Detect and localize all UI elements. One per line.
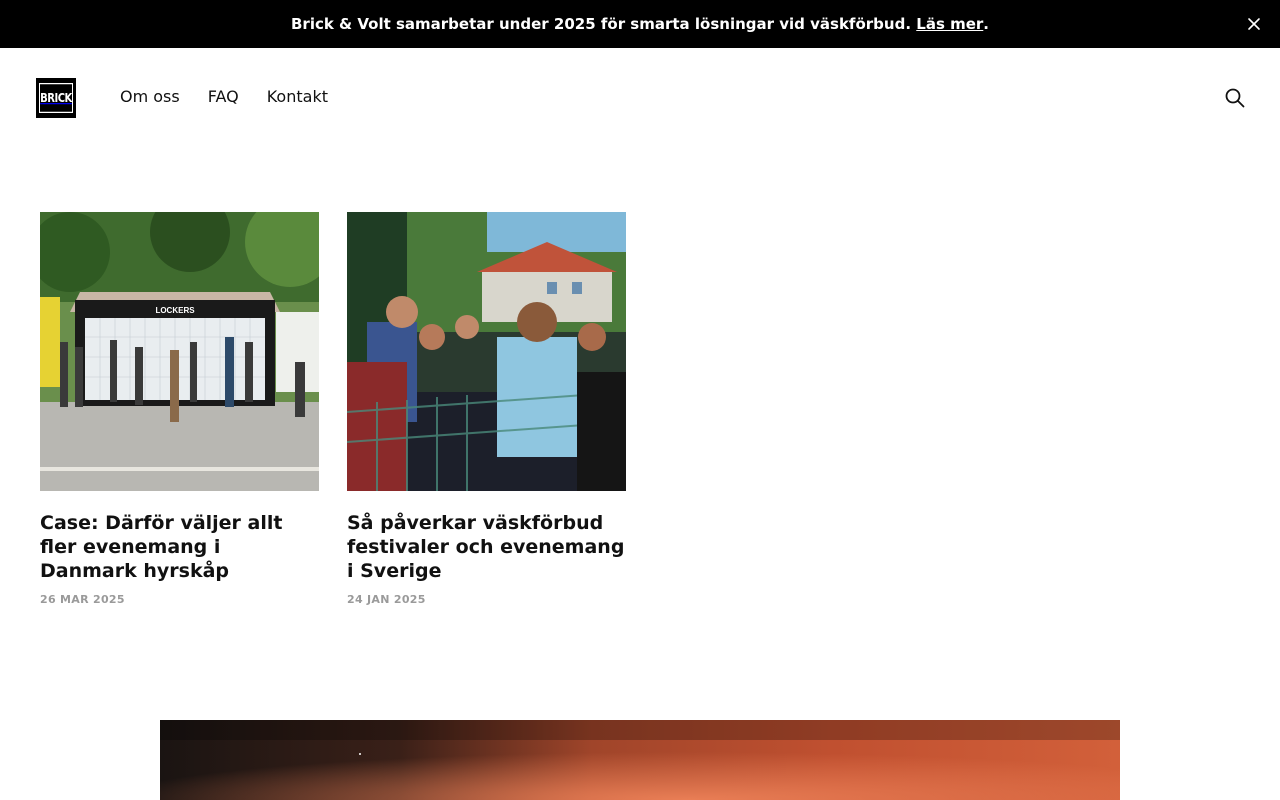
logo-text: BRICK [39, 83, 73, 113]
close-icon[interactable] [1246, 16, 1262, 32]
announcement-read-more-link[interactable]: Läs mer [916, 15, 983, 33]
search-icon[interactable] [1224, 87, 1246, 109]
nav-item-kontakt[interactable]: Kontakt [267, 86, 328, 108]
nav-item-om-oss[interactable]: Om oss [120, 86, 180, 108]
article-date: 26 MAR 2025 [40, 593, 125, 606]
hero-image [160, 720, 1120, 800]
site-header: BRICK Om oss FAQ Kontakt [0, 48, 1280, 146]
announcement-bar: Brick & Volt samarbetar under 2025 för s… [0, 0, 1280, 48]
article-title[interactable]: Case: Därför väljer allt fler evenemang … [40, 511, 319, 583]
main-nav: Om oss FAQ Kontakt [120, 86, 328, 108]
announcement-text: Brick & Volt samarbetar under 2025 för s… [290, 15, 912, 33]
article-image-festival-crowd[interactable] [347, 212, 626, 491]
article-date: 24 JAN 2025 [347, 593, 426, 606]
article-image-lockers[interactable]: LOCKERS [40, 212, 319, 491]
brick-logo[interactable]: BRICK [36, 78, 76, 118]
nav-item-faq[interactable]: FAQ [208, 86, 239, 108]
announcement-suffix: . [983, 15, 989, 33]
article-card[interactable]: LOCKERS Case: Därför väljer allt fler ev… [40, 212, 319, 606]
lockers-sign: LOCKERS [155, 306, 195, 315]
article-card[interactable]: Så påverkar väskförbud festivaler och ev… [347, 212, 626, 606]
article-title[interactable]: Så påverkar väskförbud festivaler och ev… [347, 511, 626, 583]
